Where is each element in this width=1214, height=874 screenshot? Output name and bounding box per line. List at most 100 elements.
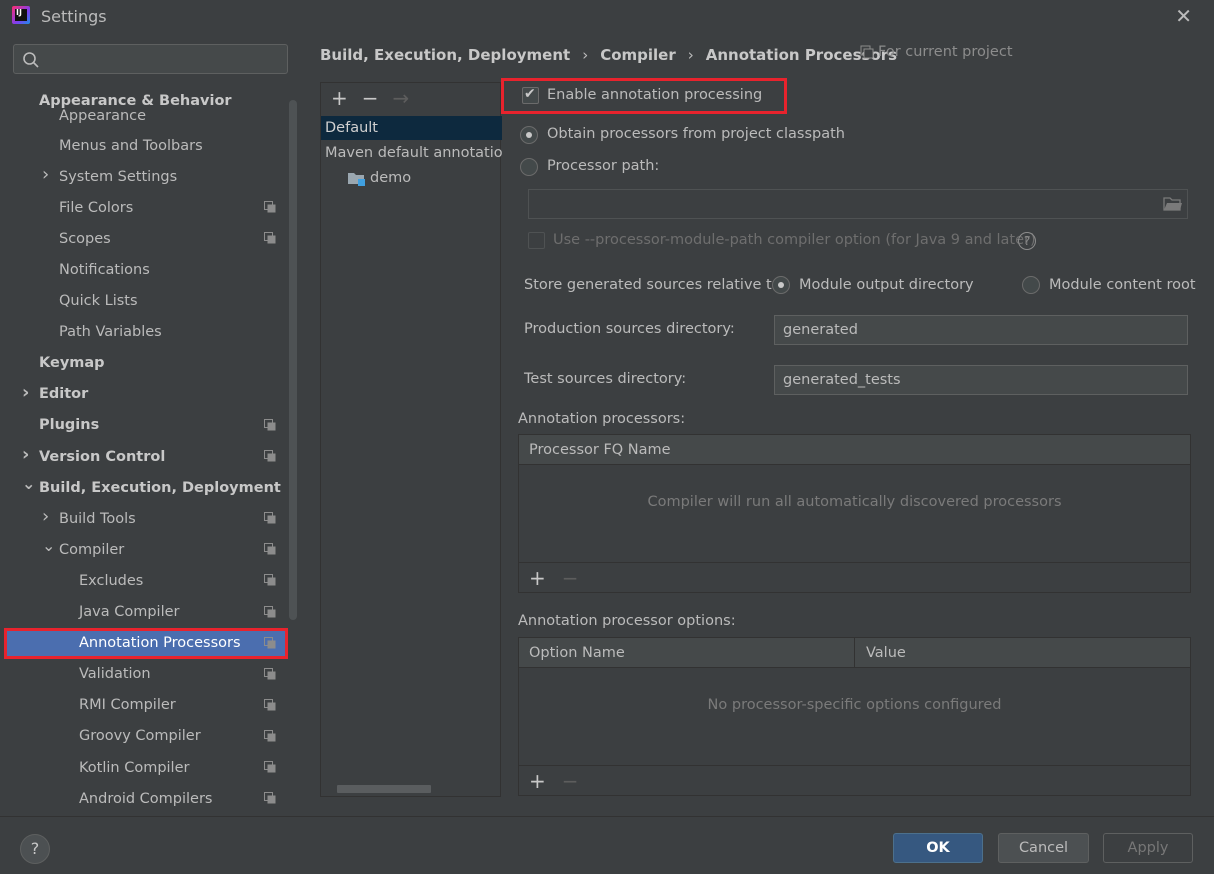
sidebar-item-build-execution-deployment[interactable]: ⌄ Build, Execution, Deployment <box>4 472 288 503</box>
sidebar-item-excludes[interactable]: Excludes <box>4 565 288 596</box>
profiles-panel: + − → Default Maven default annotation p… <box>320 82 502 797</box>
sidebar-item-plugins[interactable]: Plugins <box>4 410 288 441</box>
add-profile-button[interactable]: + <box>331 86 348 110</box>
sidebar-item-label: Android Compilers <box>79 790 213 807</box>
search-input[interactable] <box>13 44 288 74</box>
module-output-directory-label[interactable]: Module output directory <box>799 277 974 293</box>
sidebar-item-file-colors[interactable]: File Colors <box>4 192 288 223</box>
sidebar-item-quick-lists[interactable]: Quick Lists <box>4 286 288 317</box>
sidebar-item-label: Kotlin Compiler <box>79 759 190 776</box>
test-sources-input[interactable]: generated_tests <box>774 365 1188 395</box>
help-icon[interactable]: ? <box>1018 232 1036 250</box>
module-content-root-label[interactable]: Module content root <box>1049 277 1196 293</box>
add-option-button[interactable]: + <box>529 769 546 793</box>
enable-annotation-processing-checkbox[interactable] <box>522 86 539 104</box>
sidebar-item-editor[interactable]: › Editor <box>4 379 288 410</box>
profiles-horizontal-scrollbar[interactable] <box>337 785 431 793</box>
project-settings-icon <box>264 512 276 524</box>
processor-options-table: Option Name Value No processor-specific … <box>518 637 1191 796</box>
apply-button[interactable]: Apply <box>1103 833 1193 863</box>
move-profile-button[interactable]: → <box>393 86 410 110</box>
sidebar-item-validation[interactable]: Validation <box>4 659 288 690</box>
chevron-down-icon[interactable]: ⌄ <box>22 474 35 493</box>
breadcrumb-item[interactable]: Compiler <box>600 46 676 64</box>
sidebar-item-label: Menus and Toolbars <box>59 137 203 154</box>
project-settings-icon <box>264 232 276 244</box>
enable-annotation-processing-label[interactable]: Enable annotation processing <box>547 87 762 103</box>
remove-profile-button[interactable]: − <box>362 86 379 110</box>
browse-folder-icon[interactable] <box>1163 195 1183 213</box>
sidebar-item-kotlin-compiler[interactable]: Kotlin Compiler <box>4 752 288 783</box>
sidebar-item-label: Appearance <box>59 107 147 124</box>
close-icon[interactable]: ✕ <box>1175 4 1192 28</box>
sidebar-item-label: Path Variables <box>59 324 162 341</box>
breadcrumb-item[interactable]: Build, Execution, Deployment <box>320 46 570 64</box>
chevron-right-icon[interactable]: › <box>22 444 29 465</box>
test-sources-label: Test sources directory: <box>524 371 687 387</box>
annotation-processors-table: Processor FQ Name Compiler will run all … <box>518 434 1191 593</box>
sidebar-item-label: Plugins <box>39 417 100 434</box>
sidebar-item-appearance[interactable]: Appearance <box>4 100 288 131</box>
sidebar-item-groovy-compiler[interactable]: Groovy Compiler <box>4 721 288 752</box>
sidebar-item-label: Java Compiler <box>79 604 180 620</box>
table-toolbar: + − <box>519 562 1190 593</box>
settings-sidebar: Appearance & Behavior Appearance Menus and… <box>4 34 297 816</box>
sidebar-item-scopes[interactable]: Scopes <box>4 223 288 254</box>
processor-fq-name-column[interactable]: Processor FQ Name <box>519 435 671 465</box>
sidebar-item-version-control[interactable]: › Version Control <box>4 441 288 472</box>
sidebar-scrollbar[interactable] <box>289 100 297 620</box>
sidebar-item-rmi-compiler[interactable]: RMI Compiler <box>4 690 288 721</box>
sidebar-item-build-tools[interactable]: › Build Tools <box>4 503 288 534</box>
store-generated-label: Store generated sources relative to: <box>524 277 786 293</box>
breadcrumb-separator: › <box>582 46 589 64</box>
chevron-down-icon[interactable]: ⌄ <box>42 536 55 555</box>
option-name-column[interactable]: Option Name <box>519 638 855 668</box>
table-header: Processor FQ Name <box>519 435 1190 465</box>
chevron-right-icon[interactable]: › <box>22 382 29 403</box>
project-scope-icon <box>860 45 874 59</box>
sidebar-item-label: Quick Lists <box>59 293 138 309</box>
sidebar-item-java-compiler[interactable]: Java Compiler <box>4 597 288 628</box>
module-label: demo <box>370 170 412 186</box>
sidebar-item-annotation-processors[interactable]: Annotation Processors <box>4 627 288 659</box>
breadcrumb: Build, Execution, Deployment › Compiler … <box>320 44 897 66</box>
chevron-right-icon[interactable]: › <box>42 164 49 185</box>
empty-state-text: Compiler will run all automatically disc… <box>647 494 1062 510</box>
processor-path-radio[interactable] <box>520 158 538 176</box>
scope-indicator: For current project <box>860 44 1013 60</box>
ok-button[interactable]: OK <box>893 833 983 863</box>
obtain-from-classpath-radio[interactable] <box>520 126 538 144</box>
profile-item-maven[interactable]: Maven default annotation processors prof… <box>321 141 502 165</box>
chevron-right-icon[interactable]: › <box>42 506 49 527</box>
sidebar-item-path-variables[interactable]: Path Variables <box>4 317 288 348</box>
processor-path-field[interactable] <box>528 189 1188 219</box>
cancel-button[interactable]: Cancel <box>998 833 1089 863</box>
sidebar-item-keymap[interactable]: Keymap <box>4 348 288 379</box>
processor-options-title: Annotation processor options: <box>518 613 736 629</box>
obtain-from-classpath-label[interactable]: Obtain processors from project classpath <box>547 126 845 142</box>
sidebar-item-system-settings[interactable]: › System Settings <box>4 161 288 192</box>
project-settings-icon <box>264 450 276 462</box>
sidebar-item-label: Compiler <box>59 541 125 558</box>
module-output-directory-radio[interactable] <box>772 276 790 294</box>
sidebar-item-label: Build Tools <box>59 510 136 527</box>
sidebar-item-notifications[interactable]: Notifications <box>4 254 288 285</box>
processor-path-label[interactable]: Processor path: <box>547 158 659 174</box>
module-content-root-radio[interactable] <box>1022 276 1040 294</box>
value-column[interactable]: Value <box>856 638 906 668</box>
production-sources-input[interactable]: generated <box>774 315 1188 345</box>
remove-option-button[interactable]: − <box>562 769 579 793</box>
profile-item-module[interactable]: demo <box>321 166 502 190</box>
help-button[interactable]: ? <box>20 834 50 864</box>
sidebar-item-menus-and-toolbars[interactable]: Menus and Toolbars <box>4 130 288 161</box>
profile-item-default[interactable]: Default <box>321 116 502 140</box>
remove-processor-button[interactable]: − <box>562 566 579 590</box>
project-settings-icon <box>264 605 276 617</box>
sidebar-item-android-compilers[interactable]: Android Compilers <box>4 783 288 814</box>
project-settings-icon <box>264 761 276 773</box>
module-folder-icon <box>348 173 365 186</box>
add-processor-button[interactable]: + <box>529 566 546 590</box>
annotation-processors-title: Annotation processors: <box>518 411 686 427</box>
module-path-option-checkbox[interactable] <box>528 232 545 249</box>
sidebar-item-compiler[interactable]: ⌄ Compiler <box>4 534 288 565</box>
